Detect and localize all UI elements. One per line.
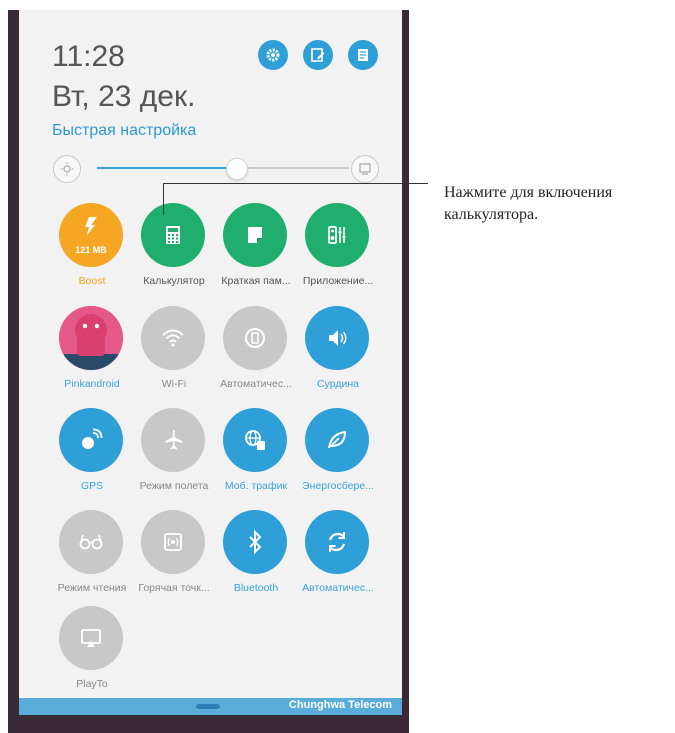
tile-hotspot[interactable]: Горячая точк...: [133, 510, 215, 610]
leaf-icon: [328, 430, 347, 449]
clock-date: Вт, 23 дек.: [52, 80, 196, 113]
brightness-track[interactable]: [97, 167, 349, 169]
tile-gps-label: GPS: [80, 480, 104, 492]
clock-time: 11:28: [52, 40, 125, 73]
tile-gps-button[interactable]: [59, 408, 123, 472]
tile-reading-mode[interactable]: Режим чтения: [51, 510, 133, 610]
tile-bluetooth[interactable]: Bluetooth: [215, 510, 297, 610]
tile-reading-mode-label: Режим чтения: [57, 582, 127, 594]
tile-auto-rotate[interactable]: Автоматичес...: [215, 306, 297, 406]
tile-pinkandroid[interactable]: Pinkandroid: [51, 306, 133, 406]
tile-wifi-label: Wi-Fi: [161, 378, 187, 390]
tile-app[interactable]: Приложение...: [297, 203, 379, 303]
callout-annotation: Нажмите для включения калькулятора.: [444, 182, 674, 226]
brightness-thumb[interactable]: [225, 158, 248, 180]
tile-mobile-data-button[interactable]: [223, 408, 287, 472]
tile-airplane-label: Режим полета: [139, 480, 209, 492]
tile-boost-button[interactable]: 121 MB: [59, 203, 123, 267]
sync-icon: [328, 532, 346, 552]
mobile-data-icon: [245, 430, 265, 450]
tile-reading-mode-button[interactable]: [59, 510, 123, 574]
notes-icon: [358, 49, 368, 61]
wifi-icon: [162, 329, 184, 347]
tile-bluetooth-button[interactable]: [223, 510, 287, 574]
boost-memory-value: 121 MB: [75, 245, 107, 255]
playto-icon: [81, 629, 101, 647]
quick-memo-icon: [248, 227, 262, 243]
tile-bluetooth-label: Bluetooth: [233, 582, 279, 594]
brightness-slider[interactable]: [45, 150, 385, 186]
gear-icon: [266, 48, 280, 62]
tile-boost-label: Boost: [78, 275, 106, 287]
tile-mobile-data[interactable]: Моб. трафик: [215, 408, 297, 508]
quick-settings-panel: 11:28 Вт, 23 дек. Быстрая настройка 121 …: [19, 10, 402, 715]
gps-icon: [82, 428, 103, 449]
tile-power-saver-button[interactable]: [305, 408, 369, 472]
callout-connector: [163, 183, 428, 184]
tile-calculator-label: Калькулятор: [143, 275, 205, 287]
reading-glasses-icon: [79, 534, 103, 550]
tile-playto[interactable]: PlayTo: [51, 606, 133, 706]
tile-wifi[interactable]: Wi-Fi: [133, 306, 215, 406]
airplane-icon: [165, 430, 182, 450]
tile-quick-memo-button[interactable]: [223, 203, 287, 267]
bluetooth-icon: [249, 529, 262, 555]
bottom-status-bar: Chunghwa Telecom: [19, 698, 402, 715]
tile-auto-rotate-label: Автоматичес...: [220, 378, 292, 390]
tile-auto-sync[interactable]: Автоматичес...: [297, 510, 379, 610]
tile-auto-sync-button[interactable]: [305, 510, 369, 574]
edit-icon: [311, 48, 325, 62]
avatar-icon: [59, 306, 123, 370]
edit-button[interactable]: [303, 40, 333, 70]
callout-line-2: калькулятора.: [444, 206, 539, 223]
notes-button[interactable]: [348, 40, 378, 70]
tile-app-button[interactable]: [305, 203, 369, 267]
carrier-name: Chunghwa Telecom: [288, 699, 392, 711]
tile-silent-button[interactable]: [305, 306, 369, 370]
boost-icon: [85, 217, 97, 235]
tile-power-saver[interactable]: Энергосбере...: [297, 408, 379, 508]
tile-playto-button[interactable]: [59, 606, 123, 670]
tile-calculator[interactable]: Калькулятор: [133, 203, 215, 303]
tile-silent[interactable]: Сурдина: [297, 306, 379, 406]
callout-line-1: Нажмите для включения: [444, 184, 613, 201]
brightness-low-icon: [53, 155, 81, 183]
calculator-icon: [166, 226, 180, 244]
tile-hotspot-button[interactable]: [141, 510, 205, 574]
tile-quick-memo-label: Краткая пам...: [221, 275, 291, 287]
auto-brightness-icon[interactable]: [351, 155, 379, 183]
tile-boost[interactable]: 121 MB Boost: [51, 203, 133, 303]
sound-icon: [329, 330, 347, 346]
tile-app-label: Приложение...: [302, 275, 374, 287]
tile-mobile-data-label: Моб. трафик: [224, 480, 288, 492]
brightness-fill: [97, 167, 236, 169]
tile-gps[interactable]: GPS: [51, 408, 133, 508]
quick-settings-title: Быстрая настройка: [52, 122, 197, 139]
tile-airplane[interactable]: Режим полета: [133, 408, 215, 508]
tile-auto-rotate-button[interactable]: [223, 306, 287, 370]
tile-calculator-button[interactable]: [141, 203, 205, 267]
tile-quick-memo[interactable]: Краткая пам...: [215, 203, 297, 303]
callout-connector-vertical: [163, 183, 164, 215]
tile-hotspot-label: Горячая точк...: [138, 582, 210, 594]
tile-airplane-button[interactable]: [141, 408, 205, 472]
tile-auto-sync-label: Автоматичес...: [302, 582, 374, 594]
tile-playto-label: PlayTo: [76, 678, 108, 690]
settings-button[interactable]: [258, 40, 288, 70]
hotspot-icon: [164, 533, 182, 551]
tile-wifi-button[interactable]: [141, 306, 205, 370]
tile-power-saver-label: Энергосбере...: [302, 480, 374, 492]
app-settings-icon: [328, 226, 346, 244]
phone-screen: 11:28 Вт, 23 дек. Быстрая настройка 121 …: [8, 10, 409, 733]
auto-rotate-icon: [245, 328, 265, 348]
drag-handle[interactable]: [196, 704, 220, 709]
tile-pinkandroid-label: Pinkandroid: [64, 378, 120, 390]
tile-silent-label: Сурдина: [317, 378, 359, 390]
tile-pinkandroid-button[interactable]: [59, 306, 123, 370]
